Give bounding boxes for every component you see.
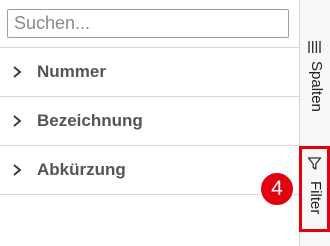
search-area [0,0,299,48]
filter-tab-label: Filter [307,181,324,215]
group-label: Bezeichnung [37,111,143,130]
group-label: Nummer [37,62,106,81]
filter-icon [307,157,322,170]
chevron-right-icon [13,115,22,127]
group-row-abkuerzung[interactable]: Abkürzung [0,146,299,195]
chevron-right-icon [13,66,22,78]
callout-badge: 4 [259,171,295,207]
columns-tab-label: Spalten [308,61,325,112]
group-row-bezeichnung[interactable]: Bezeichnung [0,97,299,146]
filter-tab[interactable]: Filter [300,149,330,229]
columns-tab[interactable]: Spalten [300,34,330,124]
group-row-nummer[interactable]: Nummer [0,48,299,97]
search-input[interactable] [7,9,289,38]
chevron-right-icon [13,164,22,176]
group-label: Abkürzung [37,160,126,179]
columns-icon [308,41,321,53]
column-group-panel: Nummer Bezeichnung Abkürzung [0,0,300,246]
